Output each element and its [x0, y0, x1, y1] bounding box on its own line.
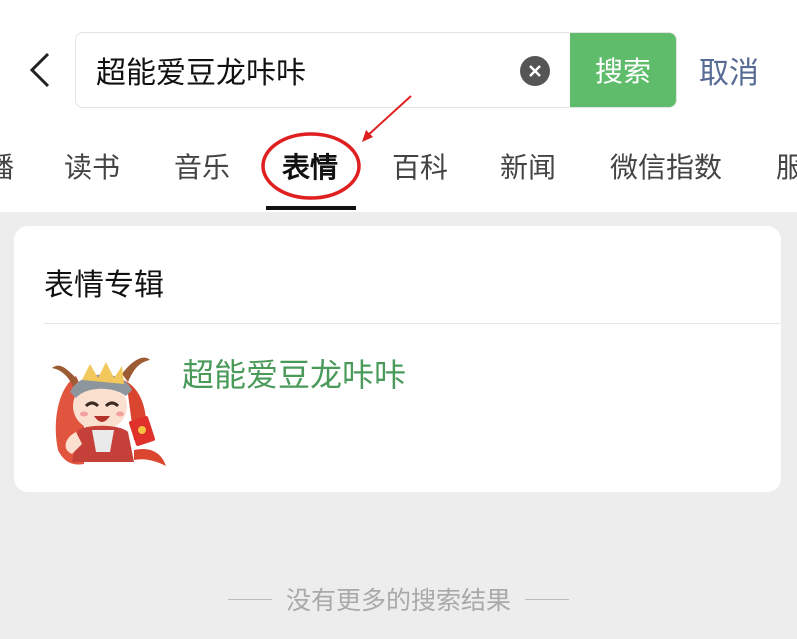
no-more-results-text: 没有更多的搜索结果	[285, 586, 511, 615]
tab-stickers[interactable]: 表情	[282, 146, 338, 186]
end-of-results: 没有更多的搜索结果	[0, 582, 797, 616]
chevron-left-icon	[29, 52, 50, 88]
search-button[interactable]: 搜索	[570, 33, 676, 107]
sticker-thumbnail[interactable]	[48, 354, 170, 469]
active-tab-indicator	[266, 206, 356, 210]
category-tabs: 播 读书 音乐 表情 百科 新闻 微信指数 服	[0, 140, 797, 212]
tab-encyclopedia[interactable]: 百科	[392, 146, 448, 186]
clear-search-button[interactable]	[520, 56, 550, 86]
divider	[44, 323, 781, 324]
back-button[interactable]	[22, 48, 58, 92]
footer-line-left	[227, 598, 272, 600]
tab-wechat-index[interactable]: 微信指数	[610, 146, 722, 186]
search-input[interactable]	[96, 33, 516, 107]
search-box: 搜索	[75, 32, 677, 108]
tab-news[interactable]: 新闻	[500, 146, 556, 186]
tab-books[interactable]: 读书	[64, 146, 120, 186]
cancel-button[interactable]: 取消	[699, 48, 759, 92]
tab-services[interactable]: 服	[776, 146, 797, 186]
sticker-album-name-link[interactable]: 超能爱豆龙咔咔	[182, 350, 406, 396]
tab-music[interactable]: 音乐	[174, 146, 230, 186]
footer-line-right	[525, 598, 569, 600]
sticker-album-card: 表情专辑 超能爱豆龙咔咔	[14, 226, 781, 492]
top-bar: 搜索 取消 播 读书 音乐 表情 百科 新闻 微信指数 服	[0, 0, 797, 212]
clear-icon	[529, 65, 541, 77]
tab-live[interactable]: 播	[0, 146, 14, 186]
card-title: 表情专辑	[44, 268, 164, 303]
